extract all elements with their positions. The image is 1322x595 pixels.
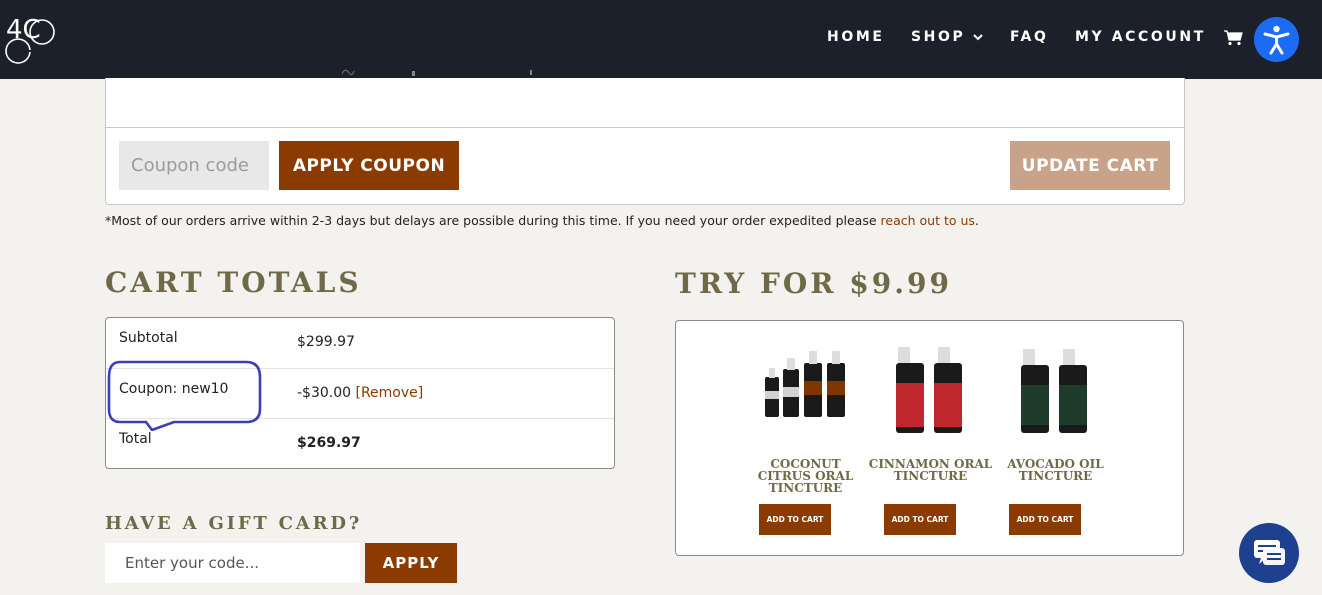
nav-shop-label: SHOP: [911, 29, 966, 45]
annotation-speech-bubble: [107, 360, 262, 431]
total-value: $269.97: [297, 435, 361, 451]
gift-card-apply-button[interactable]: APPLY: [365, 543, 457, 583]
logo-icon[interactable]: 4C: [4, 10, 60, 66]
coupon-value-cell: -$30.00 [Remove]: [297, 385, 423, 401]
cart-divider: [106, 127, 1184, 128]
product-name[interactable]: AVOCADO OIL TINCTURE: [993, 458, 1118, 482]
add-to-cart-button[interactable]: ADD TO CART: [884, 504, 956, 535]
shipping-notice: *Most of our orders arrive within 2-3 da…: [105, 213, 979, 228]
update-cart-button[interactable]: UPDATE CART: [1010, 141, 1170, 190]
cart-icon[interactable]: [1224, 30, 1244, 46]
chat-button[interactable]: [1239, 523, 1299, 583]
product-image[interactable]: [743, 341, 868, 441]
product-image[interactable]: [868, 341, 993, 441]
gift-card-heading: HAVE A GIFT CARD?: [105, 513, 363, 534]
nav-shop[interactable]: SHOP: [911, 28, 983, 46]
coupon-discount-value: -$30.00: [297, 385, 352, 401]
add-to-cart-button[interactable]: ADD TO CART: [759, 504, 831, 535]
total-label: Total: [119, 431, 152, 447]
chat-icon: [1254, 540, 1285, 565]
nav-my-account[interactable]: MY ACCOUNT: [1075, 28, 1206, 46]
accessibility-button[interactable]: [1254, 17, 1299, 62]
try-offer-products: COCONUT CITRUS ORAL TINCTURE ADD TO CART…: [675, 320, 1184, 556]
accessibility-icon: [1263, 25, 1290, 55]
gift-card-input[interactable]: [105, 543, 360, 583]
remove-coupon-link[interactable]: [Remove]: [356, 385, 424, 401]
reach-out-link[interactable]: reach out to us: [881, 213, 975, 228]
notice-text: *Most of our orders arrive within 2-3 da…: [105, 213, 881, 228]
subtotal-value: $299.97: [297, 334, 355, 350]
add-to-cart-button[interactable]: ADD TO CART: [1009, 504, 1081, 535]
nav-faq[interactable]: FAQ: [1010, 28, 1049, 46]
coupon-code-input[interactable]: [119, 141, 269, 190]
product-image[interactable]: [993, 341, 1118, 441]
try-offer-heading: TRY FOR $9.99: [675, 267, 952, 300]
nav-home[interactable]: HOME: [827, 28, 885, 46]
apply-coupon-button[interactable]: APPLY COUPON: [279, 141, 459, 190]
notice-end: .: [974, 213, 979, 228]
cart-totals-heading: CART TOTALS: [105, 266, 362, 299]
product-name[interactable]: COCONUT CITRUS ORAL TINCTURE: [743, 458, 868, 494]
chevron-down-icon: [973, 34, 983, 41]
site-header: 4C HOME SHOP FAQ MY ACCOUNT: [0, 0, 1322, 79]
subtotal-label: Subtotal: [119, 330, 178, 346]
cut-off-text-remnant: [342, 69, 532, 76]
product-name[interactable]: CINNAMON ORAL TINCTURE: [868, 458, 993, 482]
